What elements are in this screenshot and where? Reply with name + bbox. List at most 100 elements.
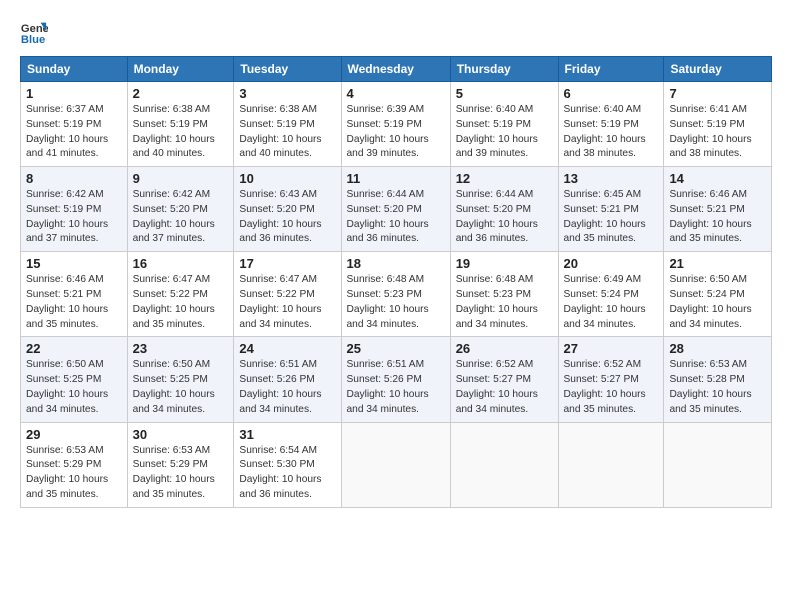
week-row-4: 22 Sunrise: 6:50 AM Sunset: 5:25 PM Dayli… xyxy=(21,337,772,422)
day-cell: 2 Sunrise: 6:38 AM Sunset: 5:19 PM Daylig… xyxy=(127,82,234,167)
day-cell: 14 Sunrise: 6:46 AM Sunset: 5:21 PM Dayli… xyxy=(664,167,772,252)
day-cell: 1Sunrise: 6:37 AM Sunset: 5:19 PM Daylig… xyxy=(21,82,128,167)
day-cell: 22 Sunrise: 6:50 AM Sunset: 5:25 PM Dayli… xyxy=(21,337,128,422)
day-info: Sunrise: 6:42 AM Sunset: 5:20 PM Dayligh… xyxy=(133,188,229,247)
day-cell: 15 Sunrise: 6:46 AM Sunset: 5:21 PM Dayli… xyxy=(21,252,128,337)
day-cell: 12 Sunrise: 6:44 AM Sunset: 5:20 PM Dayli… xyxy=(450,167,558,252)
day-number: 21 xyxy=(669,256,766,271)
col-header-wednesday: Wednesday xyxy=(341,57,450,82)
day-number: 30 xyxy=(133,427,229,442)
day-cell: 7 Sunrise: 6:41 AM Sunset: 5:19 PM Daylig… xyxy=(664,82,772,167)
day-number: 16 xyxy=(133,256,229,271)
week-row-1: 1Sunrise: 6:37 AM Sunset: 5:19 PM Daylig… xyxy=(21,82,772,167)
day-cell: 17 Sunrise: 6:47 AM Sunset: 5:22 PM Dayli… xyxy=(234,252,341,337)
calendar-table: SundayMondayTuesdayWednesdayThursdayFrid… xyxy=(20,56,772,508)
day-cell: 18 Sunrise: 6:48 AM Sunset: 5:23 PM Dayli… xyxy=(341,252,450,337)
day-cell: 5 Sunrise: 6:40 AM Sunset: 5:19 PM Daylig… xyxy=(450,82,558,167)
day-info: Sunrise: 6:39 AM Sunset: 5:19 PM Dayligh… xyxy=(347,103,445,162)
day-cell: 9 Sunrise: 6:42 AM Sunset: 5:20 PM Daylig… xyxy=(127,167,234,252)
day-number: 10 xyxy=(239,171,335,186)
day-info: Sunrise: 6:48 AM Sunset: 5:23 PM Dayligh… xyxy=(456,273,553,332)
day-info: Sunrise: 6:53 AM Sunset: 5:29 PM Dayligh… xyxy=(26,444,122,503)
day-info: Sunrise: 6:47 AM Sunset: 5:22 PM Dayligh… xyxy=(133,273,229,332)
page: General Blue SundayMondayTuesdayWednesda… xyxy=(0,0,792,612)
day-cell: 13 Sunrise: 6:45 AM Sunset: 5:21 PM Dayli… xyxy=(558,167,664,252)
day-info: Sunrise: 6:43 AM Sunset: 5:20 PM Dayligh… xyxy=(239,188,335,247)
day-number: 25 xyxy=(347,341,445,356)
day-info: Sunrise: 6:50 AM Sunset: 5:25 PM Dayligh… xyxy=(26,358,122,417)
day-info: Sunrise: 6:53 AM Sunset: 5:29 PM Dayligh… xyxy=(133,444,229,503)
col-header-monday: Monday xyxy=(127,57,234,82)
day-number: 29 xyxy=(26,427,122,442)
day-cell: 30 Sunrise: 6:53 AM Sunset: 5:29 PM Dayli… xyxy=(127,422,234,507)
day-number: 6 xyxy=(564,86,659,101)
day-number: 15 xyxy=(26,256,122,271)
day-number: 23 xyxy=(133,341,229,356)
day-cell: 10 Sunrise: 6:43 AM Sunset: 5:20 PM Dayli… xyxy=(234,167,341,252)
day-number: 13 xyxy=(564,171,659,186)
day-info: Sunrise: 6:48 AM Sunset: 5:23 PM Dayligh… xyxy=(347,273,445,332)
day-info: Sunrise: 6:44 AM Sunset: 5:20 PM Dayligh… xyxy=(347,188,445,247)
day-cell: 26 Sunrise: 6:52 AM Sunset: 5:27 PM Dayli… xyxy=(450,337,558,422)
col-header-sunday: Sunday xyxy=(21,57,128,82)
day-cell: 11 Sunrise: 6:44 AM Sunset: 5:20 PM Dayli… xyxy=(341,167,450,252)
day-cell: 25 Sunrise: 6:51 AM Sunset: 5:26 PM Dayli… xyxy=(341,337,450,422)
day-number: 17 xyxy=(239,256,335,271)
day-number: 14 xyxy=(669,171,766,186)
week-row-5: 29 Sunrise: 6:53 AM Sunset: 5:29 PM Dayli… xyxy=(21,422,772,507)
day-info: Sunrise: 6:40 AM Sunset: 5:19 PM Dayligh… xyxy=(564,103,659,162)
day-cell: 28Sunrise: 6:53 AM Sunset: 5:28 PM Dayli… xyxy=(664,337,772,422)
day-info: Sunrise: 6:50 AM Sunset: 5:25 PM Dayligh… xyxy=(133,358,229,417)
day-number: 8 xyxy=(26,171,122,186)
day-info: Sunrise: 6:46 AM Sunset: 5:21 PM Dayligh… xyxy=(669,188,766,247)
header: General Blue xyxy=(20,18,772,46)
col-header-friday: Friday xyxy=(558,57,664,82)
day-info: Sunrise: 6:42 AM Sunset: 5:19 PM Dayligh… xyxy=(26,188,122,247)
day-info: Sunrise: 6:47 AM Sunset: 5:22 PM Dayligh… xyxy=(239,273,335,332)
day-number: 27 xyxy=(564,341,659,356)
day-number: 2 xyxy=(133,86,229,101)
day-info: Sunrise: 6:40 AM Sunset: 5:19 PM Dayligh… xyxy=(456,103,553,162)
col-header-thursday: Thursday xyxy=(450,57,558,82)
day-cell: 27 Sunrise: 6:52 AM Sunset: 5:27 PM Dayli… xyxy=(558,337,664,422)
day-cell: 16 Sunrise: 6:47 AM Sunset: 5:22 PM Dayli… xyxy=(127,252,234,337)
col-header-saturday: Saturday xyxy=(664,57,772,82)
day-info: Sunrise: 6:38 AM Sunset: 5:19 PM Dayligh… xyxy=(133,103,229,162)
day-cell: 4Sunrise: 6:39 AM Sunset: 5:19 PM Daylig… xyxy=(341,82,450,167)
day-cell xyxy=(450,422,558,507)
day-info: Sunrise: 6:38 AM Sunset: 5:19 PM Dayligh… xyxy=(239,103,335,162)
day-number: 3 xyxy=(239,86,335,101)
day-info: Sunrise: 6:37 AM Sunset: 5:19 PM Dayligh… xyxy=(26,103,122,162)
day-info: Sunrise: 6:52 AM Sunset: 5:27 PM Dayligh… xyxy=(456,358,553,417)
day-cell: 21Sunrise: 6:50 AM Sunset: 5:24 PM Dayli… xyxy=(664,252,772,337)
header-row: SundayMondayTuesdayWednesdayThursdayFrid… xyxy=(21,57,772,82)
day-cell: 20Sunrise: 6:49 AM Sunset: 5:24 PM Dayli… xyxy=(558,252,664,337)
day-info: Sunrise: 6:49 AM Sunset: 5:24 PM Dayligh… xyxy=(564,273,659,332)
day-info: Sunrise: 6:52 AM Sunset: 5:27 PM Dayligh… xyxy=(564,358,659,417)
day-cell: 19Sunrise: 6:48 AM Sunset: 5:23 PM Dayli… xyxy=(450,252,558,337)
day-number: 18 xyxy=(347,256,445,271)
day-info: Sunrise: 6:44 AM Sunset: 5:20 PM Dayligh… xyxy=(456,188,553,247)
day-cell: 31Sunrise: 6:54 AM Sunset: 5:30 PM Dayli… xyxy=(234,422,341,507)
day-number: 12 xyxy=(456,171,553,186)
day-cell xyxy=(558,422,664,507)
day-info: Sunrise: 6:46 AM Sunset: 5:21 PM Dayligh… xyxy=(26,273,122,332)
day-cell: 3 Sunrise: 6:38 AM Sunset: 5:19 PM Daylig… xyxy=(234,82,341,167)
day-number: 31 xyxy=(239,427,335,442)
day-number: 5 xyxy=(456,86,553,101)
svg-text:Blue: Blue xyxy=(21,34,45,46)
day-info: Sunrise: 6:45 AM Sunset: 5:21 PM Dayligh… xyxy=(564,188,659,247)
day-info: Sunrise: 6:51 AM Sunset: 5:26 PM Dayligh… xyxy=(347,358,445,417)
week-row-3: 15 Sunrise: 6:46 AM Sunset: 5:21 PM Dayli… xyxy=(21,252,772,337)
day-number: 22 xyxy=(26,341,122,356)
day-number: 26 xyxy=(456,341,553,356)
day-cell: 23 Sunrise: 6:50 AM Sunset: 5:25 PM Dayli… xyxy=(127,337,234,422)
day-number: 11 xyxy=(347,171,445,186)
day-info: Sunrise: 6:41 AM Sunset: 5:19 PM Dayligh… xyxy=(669,103,766,162)
day-number: 9 xyxy=(133,171,229,186)
logo-icon: General Blue xyxy=(20,18,48,46)
day-number: 7 xyxy=(669,86,766,101)
week-row-2: 8 Sunrise: 6:42 AM Sunset: 5:19 PM Daylig… xyxy=(21,167,772,252)
day-cell xyxy=(341,422,450,507)
day-cell xyxy=(664,422,772,507)
